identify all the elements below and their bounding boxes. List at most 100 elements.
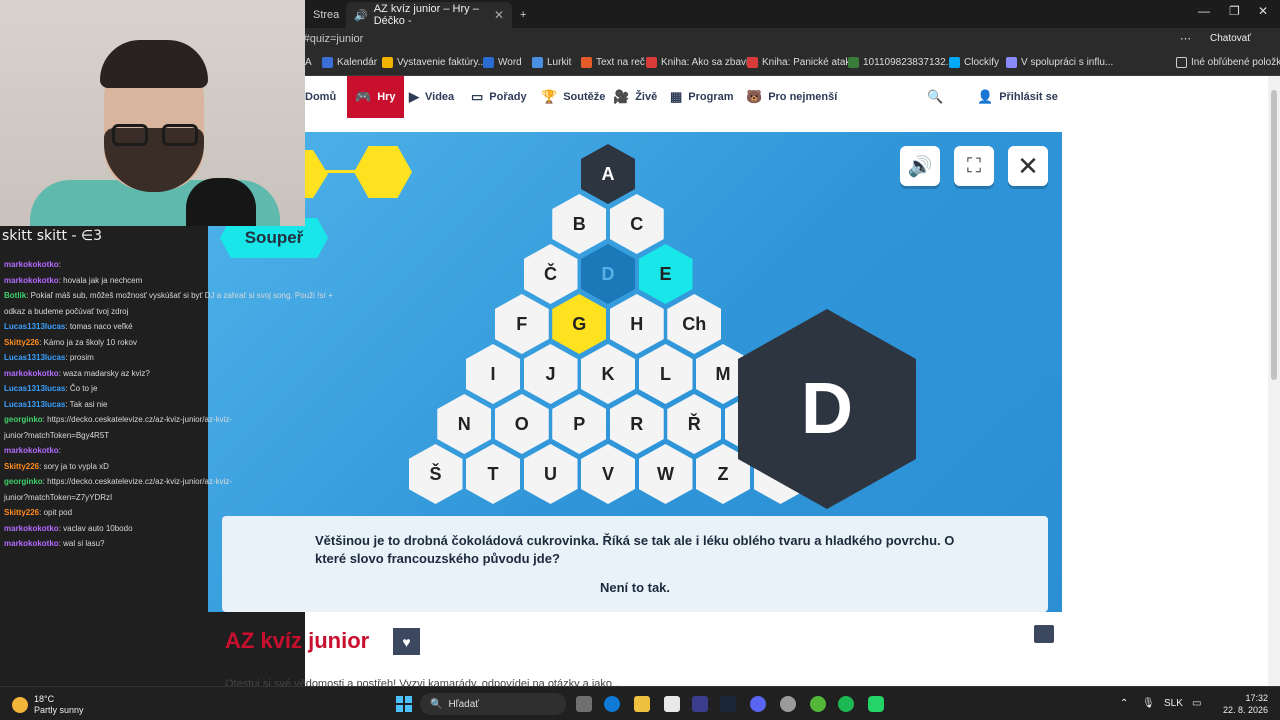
letter-tile[interactable]: B <box>552 194 607 254</box>
word-icon <box>483 57 494 68</box>
bookmark-book-2[interactable]: Kniha: Panické atak... <box>747 57 859 68</box>
whatsapp-icon[interactable] <box>868 696 884 712</box>
letter-tile[interactable]: C <box>609 194 664 254</box>
nav-toddlers[interactable]: 🐻 Pro nejmenší <box>746 76 837 118</box>
chat-text: : waza madarsky az kviz? <box>58 368 150 378</box>
answer-feedback: Není to tak. <box>599 580 671 595</box>
chat-text: : https://decko.ceskatelevize.cz/az-kviz… <box>42 415 233 424</box>
letter-tile[interactable]: O <box>494 394 549 454</box>
folder-icon <box>1176 57 1187 68</box>
quiz-game-board: Soupeř ABCČDEFGHChIJKLMNOPRŘSŠTUVWZŽ D 🔊… <box>208 132 1062 612</box>
start-button[interactable] <box>396 696 412 712</box>
taskbar-search[interactable]: 🔍 Hľadať <box>420 693 566 715</box>
network-icon[interactable]: ▭ <box>1192 698 1201 709</box>
chat-message: markokokotko: <box>4 260 61 269</box>
clock[interactable]: 17:32 22. 8. 2026 <box>1223 692 1268 716</box>
edge-icon[interactable] <box>604 696 620 712</box>
chat-text: : <box>58 260 61 269</box>
file-explorer-icon[interactable] <box>634 696 650 712</box>
letter-tile[interactable]: H <box>609 294 664 354</box>
nav-shows[interactable]: ▭ Pořady <box>471 76 527 118</box>
chat-text: : sory ja to vypla xD <box>39 461 109 471</box>
chat-message: markokokotko: vaclav auto 10bodo <box>4 524 133 533</box>
close-tab-icon[interactable]: ✕ <box>494 8 504 22</box>
discord-icon[interactable] <box>750 696 766 712</box>
minimize-icon[interactable]: — <box>1198 4 1210 18</box>
fullscreen-button[interactable]: ⛶ <box>954 146 994 186</box>
letter-tile[interactable]: Ch <box>667 294 722 354</box>
bookmark-invoice[interactable]: Vystavenie faktúry... <box>382 57 486 68</box>
task-view-icon[interactable] <box>576 696 592 712</box>
bookmark-tts[interactable]: Text na reč <box>581 57 645 68</box>
letter-tile[interactable]: N <box>437 394 492 454</box>
letter-tile[interactable]: U <box>523 444 578 504</box>
login-link[interactable]: 👤 Přihlásit se <box>977 76 1058 118</box>
letter-tile[interactable]: L <box>638 344 693 404</box>
letter-tile[interactable]: R <box>609 394 664 454</box>
page-scrollbar[interactable] <box>1268 76 1280 686</box>
xbox-icon[interactable] <box>810 696 826 712</box>
chat-username: markokokotko <box>4 539 59 548</box>
app-icon[interactable] <box>692 696 708 712</box>
letter-tile[interactable]: W <box>638 444 693 504</box>
weather-widget[interactable]: 18°C Partly sunny <box>12 694 84 716</box>
maximize-icon[interactable]: ❐ <box>1229 4 1240 18</box>
notepad-icon[interactable] <box>664 696 680 712</box>
letter-tile[interactable]: Ř <box>667 394 722 454</box>
bookmark-book-1[interactable]: Kniha: Ako sa zbavi... <box>646 57 757 68</box>
letter-tile[interactable]: J <box>523 344 578 404</box>
windows-taskbar: 18°C Partly sunny 🔍 Hľadať ⌃ 🎙 SLK ▭ 17:32… <box>0 686 1280 720</box>
sound-button[interactable]: 🔊 <box>900 146 940 186</box>
nav-home[interactable]: Domů <box>305 76 336 118</box>
obs-icon[interactable] <box>780 696 796 712</box>
other-bookmarks[interactable]: Iné obľúbené položky <box>1176 57 1280 68</box>
letter-tile[interactable]: P <box>552 394 607 454</box>
chat-username: Skitty226 <box>4 461 40 471</box>
letter-tile[interactable]: G <box>552 294 607 354</box>
microphone-icon[interactable]: 🎙 <box>1142 698 1155 709</box>
letter-tile[interactable]: D <box>581 244 635 304</box>
nav-games[interactable]: 🎮 Hry <box>347 76 404 118</box>
letter-tile[interactable]: Š <box>408 444 463 504</box>
letter-tile[interactable]: E <box>638 244 693 304</box>
bookmark-word[interactable]: Word <box>483 57 522 68</box>
scrollbar-thumb[interactable] <box>1271 90 1277 380</box>
letter-tile[interactable]: V <box>581 444 635 504</box>
chat-text: : Čo to je <box>65 384 98 393</box>
comment-icon[interactable] <box>1034 625 1054 643</box>
bookmark-number[interactable]: 101109823837132... <box>848 57 954 68</box>
nav-live[interactable]: 🎥 Živě <box>613 76 657 118</box>
letter-tile[interactable]: F <box>494 294 549 354</box>
invoice-icon <box>382 57 393 68</box>
bookmark-lurkit[interactable]: Lurkit <box>532 57 571 68</box>
bookmark-clockify[interactable]: Clockify <box>949 57 999 68</box>
favorite-button[interactable]: ♥ <box>393 628 420 655</box>
close-window-icon[interactable]: ✕ <box>1258 4 1268 18</box>
steam-icon[interactable] <box>720 696 736 712</box>
tray-chevron-icon[interactable]: ⌃ <box>1120 698 1128 709</box>
close-button[interactable]: ✕ <box>1008 146 1048 186</box>
file-icon <box>848 57 859 68</box>
spotify-icon[interactable] <box>838 696 854 712</box>
microphone <box>186 178 256 226</box>
letter-tile[interactable]: I <box>466 344 520 404</box>
nav-videos[interactable]: ▶ Videa <box>409 76 454 118</box>
language-indicator[interactable]: SLK <box>1164 698 1183 709</box>
letter-tile[interactable]: K <box>581 344 635 404</box>
url-field[interactable]: r#quiz=junior <box>300 33 363 45</box>
chat-username: markokokotko <box>4 523 59 533</box>
bookmark-influencer[interactable]: V spolupráci s influ... <box>1006 57 1113 68</box>
letter-tile[interactable]: A <box>581 144 635 204</box>
chat-button[interactable]: Chatovať <box>1210 33 1251 44</box>
chat-message: Lucas1313lucas: tomas naco veľké <box>4 322 133 331</box>
search-icon[interactable]: 🔍 <box>927 76 943 118</box>
more-menu-icon[interactable]: ⋯ <box>1180 32 1191 45</box>
letter-tile[interactable]: T <box>466 444 520 504</box>
bookmark-calendar[interactable]: Kalendár <box>322 57 377 68</box>
tab-az-kviz[interactable]: 🔊 AZ kvíz junior – Hry – Déčko - ✕ <box>346 2 512 28</box>
bookmark-a[interactable]: A <box>305 57 312 68</box>
letter-tile[interactable]: Č <box>523 244 578 304</box>
nav-program[interactable]: ▦ Program <box>670 76 734 118</box>
new-tab-button[interactable]: + <box>512 2 534 28</box>
nav-contests[interactable]: 🏆 Soutěže <box>541 76 605 118</box>
